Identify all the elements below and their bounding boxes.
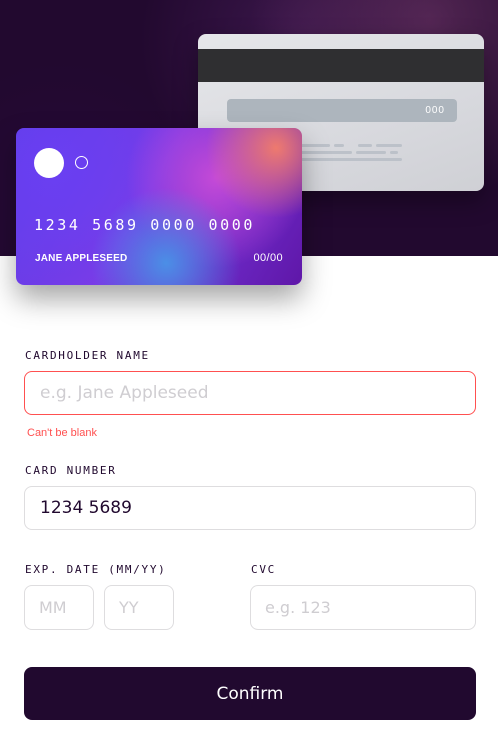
decor-line [390, 151, 398, 154]
card-front: 1234 5689 0000 0000 JANE APPLESEED 00/00 [16, 128, 302, 285]
decor-line [294, 158, 402, 161]
decor-line [334, 144, 344, 147]
magnetic-stripe [198, 49, 484, 82]
decor-line [356, 151, 386, 154]
circle-outline-icon [75, 156, 88, 169]
decor-line [376, 144, 402, 147]
hero-background: 000 1234 5689 0000 0000 JANE APPLESEED 0… [0, 0, 498, 285]
card-details-page: 000 1234 5689 0000 0000 JANE APPLESEED 0… [0, 0, 498, 746]
card-back-cvc-strip: 000 [227, 99, 457, 122]
cardholder-name-error: Can't be blank [27, 427, 97, 439]
decor-line [358, 144, 372, 147]
card-number-label: CARD NUMBER [25, 464, 117, 477]
card-front-expiry: 00/00 [253, 252, 283, 264]
cardholder-name-input[interactable] [24, 371, 476, 415]
cvc-input[interactable] [250, 585, 476, 630]
card-back-cvc-value: 000 [425, 105, 445, 116]
cardholder-name-label: CARDHOLDER NAME [25, 349, 150, 362]
confirm-button[interactable]: Confirm [24, 667, 476, 720]
cvc-label: CVC [251, 563, 276, 576]
exp-date-label: EXP. DATE (MM/YY) [25, 563, 167, 576]
card-front-holder-name: JANE APPLESEED [35, 253, 128, 264]
card-front-number: 1234 5689 0000 0000 [34, 216, 255, 234]
exp-month-input[interactable] [24, 585, 94, 630]
card-number-input[interactable] [24, 486, 476, 530]
circle-filled-icon [34, 148, 64, 178]
exp-year-input[interactable] [104, 585, 174, 630]
